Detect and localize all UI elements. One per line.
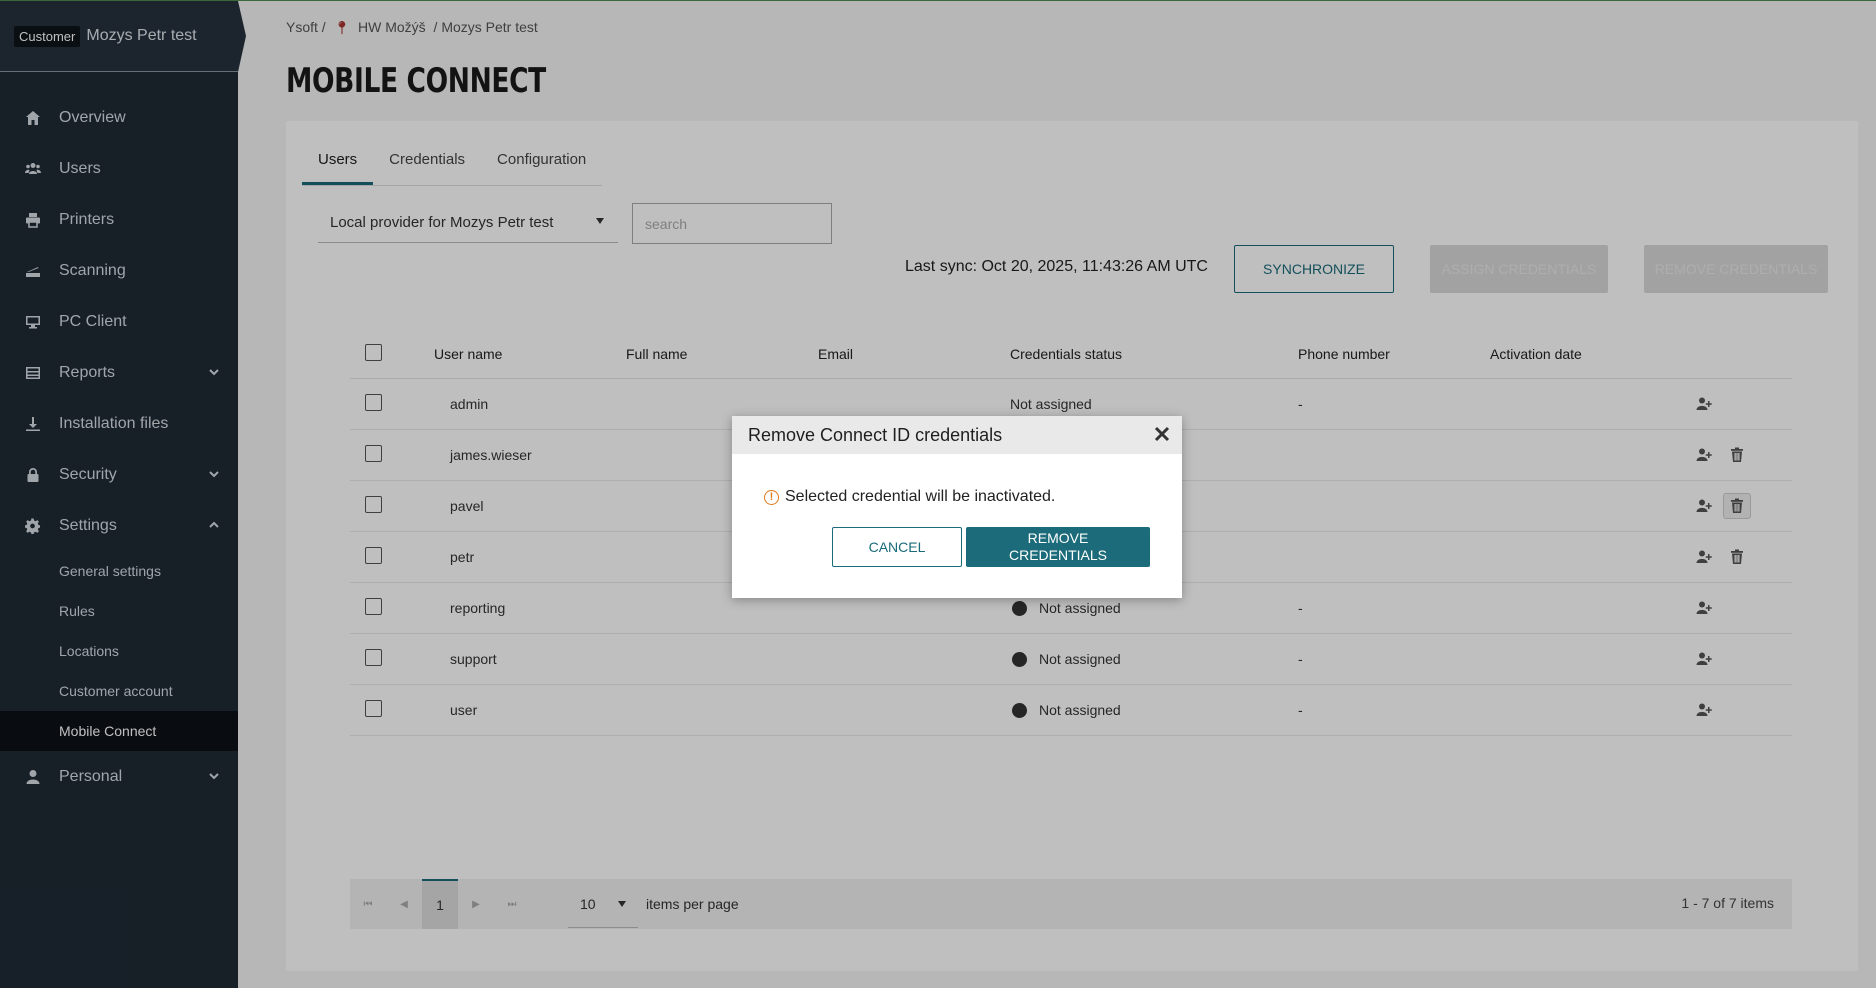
dialog-message-text: Selected credential will be inactivated. xyxy=(785,488,1056,505)
confirm-remove-button[interactable]: REMOVE CREDENTIALS xyxy=(966,527,1150,567)
cancel-button[interactable]: CANCEL xyxy=(832,527,962,567)
dialog-message: ! Selected credential will be inactivate… xyxy=(764,488,1055,506)
remove-credentials-dialog: Remove Connect ID credentials ! Selected… xyxy=(732,416,1182,598)
dialog-title: Remove Connect ID credentials xyxy=(748,424,1003,445)
dialog-header: Remove Connect ID credentials xyxy=(732,416,1182,454)
warning-icon: ! xyxy=(764,489,779,505)
close-icon[interactable] xyxy=(1152,424,1172,444)
